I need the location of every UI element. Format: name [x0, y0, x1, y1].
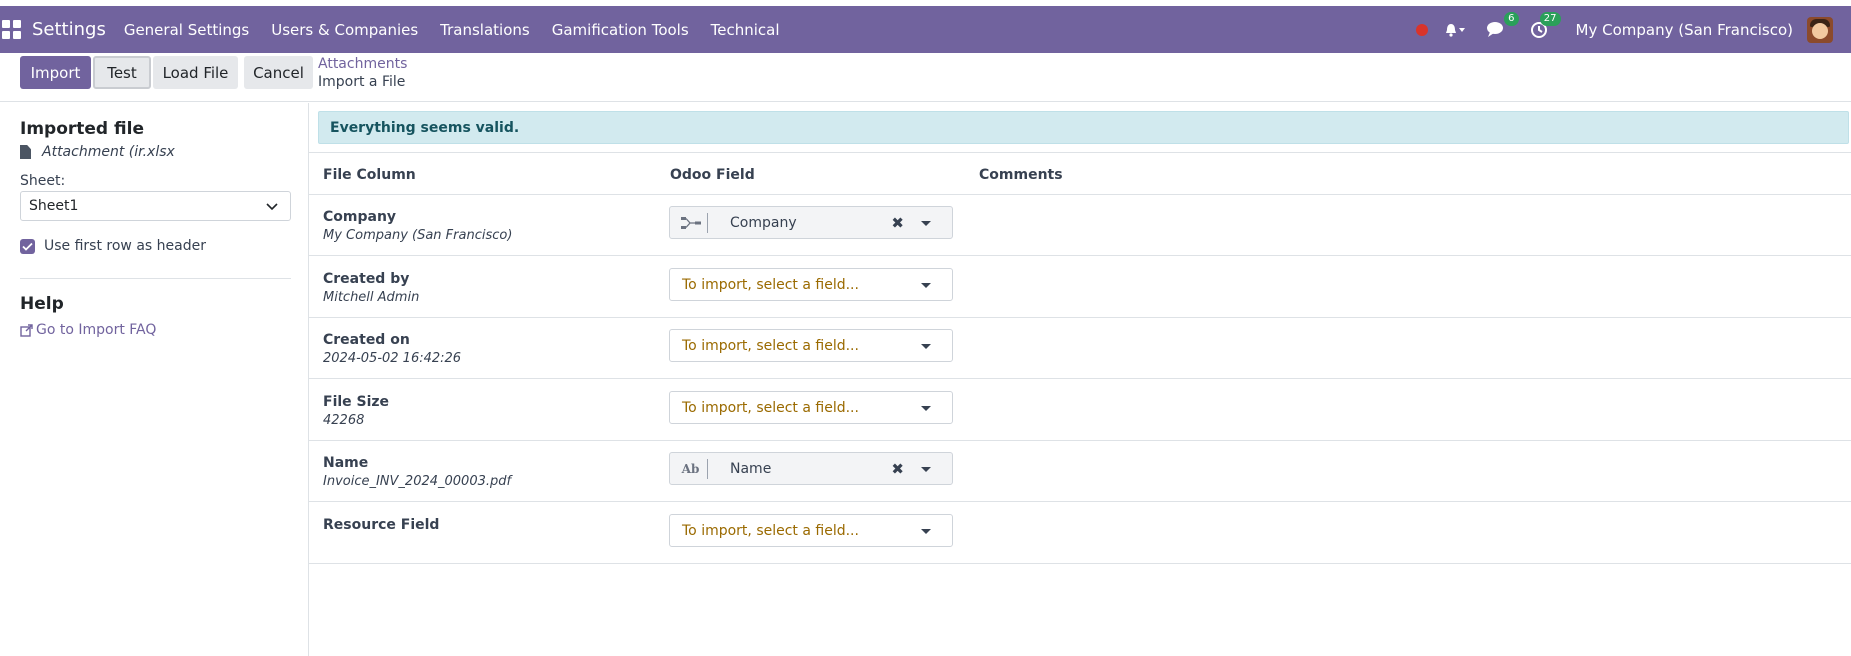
text-icon: Ab	[674, 458, 708, 479]
caret-down-icon[interactable]	[921, 406, 931, 411]
column-name: Name	[323, 455, 369, 471]
company-switcher[interactable]: My Company (San Francisco)	[1576, 21, 1793, 39]
file-icon	[20, 145, 31, 159]
odoo-field-header: Odoo Field	[670, 167, 755, 183]
caret-down-icon[interactable]	[921, 344, 931, 349]
breadcrumb-attachments-link[interactable]: Attachments	[318, 55, 407, 73]
table-row: Name Invoice_INV_2024_00003.pdf Ab Name …	[309, 441, 1851, 502]
breadcrumb-current: Import a File	[318, 74, 406, 90]
table-row: Company My Company (San Francisco) Compa…	[309, 195, 1851, 256]
chevron-down-icon	[266, 200, 278, 216]
activities-count-badge: 27	[1539, 11, 1561, 26]
column-sample: 42268	[323, 413, 365, 428]
messages-icon[interactable]: 6	[1486, 11, 1519, 41]
odoo-field-placeholder: To import, select a field...	[682, 276, 859, 293]
odoo-field-placeholder: To import, select a field...	[682, 399, 859, 416]
column-name: Resource Field	[323, 517, 440, 533]
column-sample: My Company (San Francisco)	[323, 228, 513, 243]
control-panel: Import Test Load File Cancel Attachments…	[0, 53, 1851, 102]
clear-field-icon[interactable]: ✖	[891, 214, 904, 232]
import-faq-link-text[interactable]: Go to Import FAQ	[36, 322, 156, 338]
breadcrumb: Attachments Import a File	[318, 55, 407, 91]
table-row: File Size 42268 To import, select a fiel…	[309, 380, 1851, 441]
notifications-bell-icon[interactable]	[1444, 19, 1466, 41]
menu-translations[interactable]: Translations	[440, 21, 530, 39]
sheet-label: Sheet:	[20, 173, 66, 189]
odoo-field-value: Company	[730, 214, 797, 231]
imported-file-name: Attachment (ir.xlsx	[20, 144, 175, 160]
imported-file-heading: Imported file	[20, 119, 144, 139]
column-name: Created on	[323, 332, 410, 348]
odoo-field-select[interactable]: To import, select a field...	[669, 514, 953, 547]
odoo-field-select[interactable]: Ab Name ✖	[669, 452, 953, 485]
header-checkbox-row[interactable]: Use first row as header	[20, 238, 206, 254]
help-heading: Help	[20, 294, 64, 314]
use-first-row-header-label[interactable]: Use first row as header	[44, 238, 206, 254]
use-first-row-header-checkbox[interactable]	[20, 238, 35, 254]
menu-gamification-tools[interactable]: Gamification Tools	[552, 21, 689, 39]
caret-down-icon[interactable]	[921, 529, 931, 534]
column-name: Company	[323, 209, 397, 225]
apps-menu-icon[interactable]	[2, 19, 22, 40]
sidebar-divider	[20, 278, 291, 279]
recording-indicator-icon[interactable]	[1415, 23, 1428, 36]
column-name: File Size	[323, 394, 390, 410]
odoo-field-select[interactable]: To import, select a field...	[669, 391, 953, 424]
activities-clock-icon[interactable]: 27	[1528, 11, 1561, 41]
odoo-field-select[interactable]: To import, select a field...	[669, 268, 953, 301]
column-sample: Mitchell Admin	[323, 290, 420, 305]
column-name: Created by	[323, 271, 410, 287]
caret-down-icon[interactable]	[921, 283, 931, 288]
top-navbar: Settings General Settings Users & Compan…	[0, 6, 1851, 53]
import-faq-link[interactable]: Go to Import FAQ	[20, 322, 156, 338]
external-link-icon	[20, 323, 33, 337]
relation-icon	[674, 212, 708, 233]
file-name-text: Attachment (ir.xlsx	[42, 144, 175, 160]
menu-technical[interactable]: Technical	[711, 21, 780, 39]
caret-down-icon[interactable]	[921, 221, 931, 226]
messages-count-badge: 6	[1504, 11, 1519, 26]
odoo-field-value: Name	[730, 460, 772, 477]
validation-alert: Everything seems valid.	[318, 111, 1849, 144]
import-button[interactable]: Import	[20, 56, 91, 89]
file-column-header: File Column	[323, 167, 416, 183]
table-row: Created on 2024-05-02 16:42:26 To import…	[309, 318, 1851, 379]
columns-table-header: File Column Odoo Field Comments	[309, 152, 1851, 195]
table-row: Resource Field To import, select a field…	[309, 503, 1851, 564]
cancel-button[interactable]: Cancel	[244, 56, 313, 89]
comments-header: Comments	[979, 167, 1063, 183]
menu-users-companies[interactable]: Users & Companies	[271, 21, 418, 39]
odoo-field-placeholder: To import, select a field...	[682, 522, 859, 539]
import-main: Everything seems valid. File Column Odoo…	[309, 103, 1851, 656]
app-name[interactable]: Settings	[32, 19, 106, 40]
load-file-button[interactable]: Load File	[153, 56, 238, 89]
table-row: Created by Mitchell Admin To import, sel…	[309, 257, 1851, 318]
menu-general-settings[interactable]: General Settings	[124, 21, 249, 39]
column-sample: Invoice_INV_2024_00003.pdf	[323, 474, 512, 489]
column-sample: 2024-05-02 16:42:26	[323, 351, 462, 366]
odoo-field-placeholder: To import, select a field...	[682, 337, 859, 354]
test-button[interactable]: Test	[93, 56, 151, 89]
sheet-select-value: Sheet1	[29, 198, 79, 214]
odoo-field-select[interactable]: Company ✖	[669, 206, 953, 239]
odoo-field-select[interactable]: To import, select a field...	[669, 329, 953, 362]
caret-down-icon[interactable]	[921, 467, 931, 472]
clear-field-icon[interactable]: ✖	[891, 460, 904, 478]
sheet-select[interactable]: Sheet1	[20, 191, 291, 221]
user-avatar[interactable]	[1807, 16, 1833, 43]
import-sidebar: Imported file Attachment (ir.xlsx Sheet:…	[0, 103, 309, 656]
